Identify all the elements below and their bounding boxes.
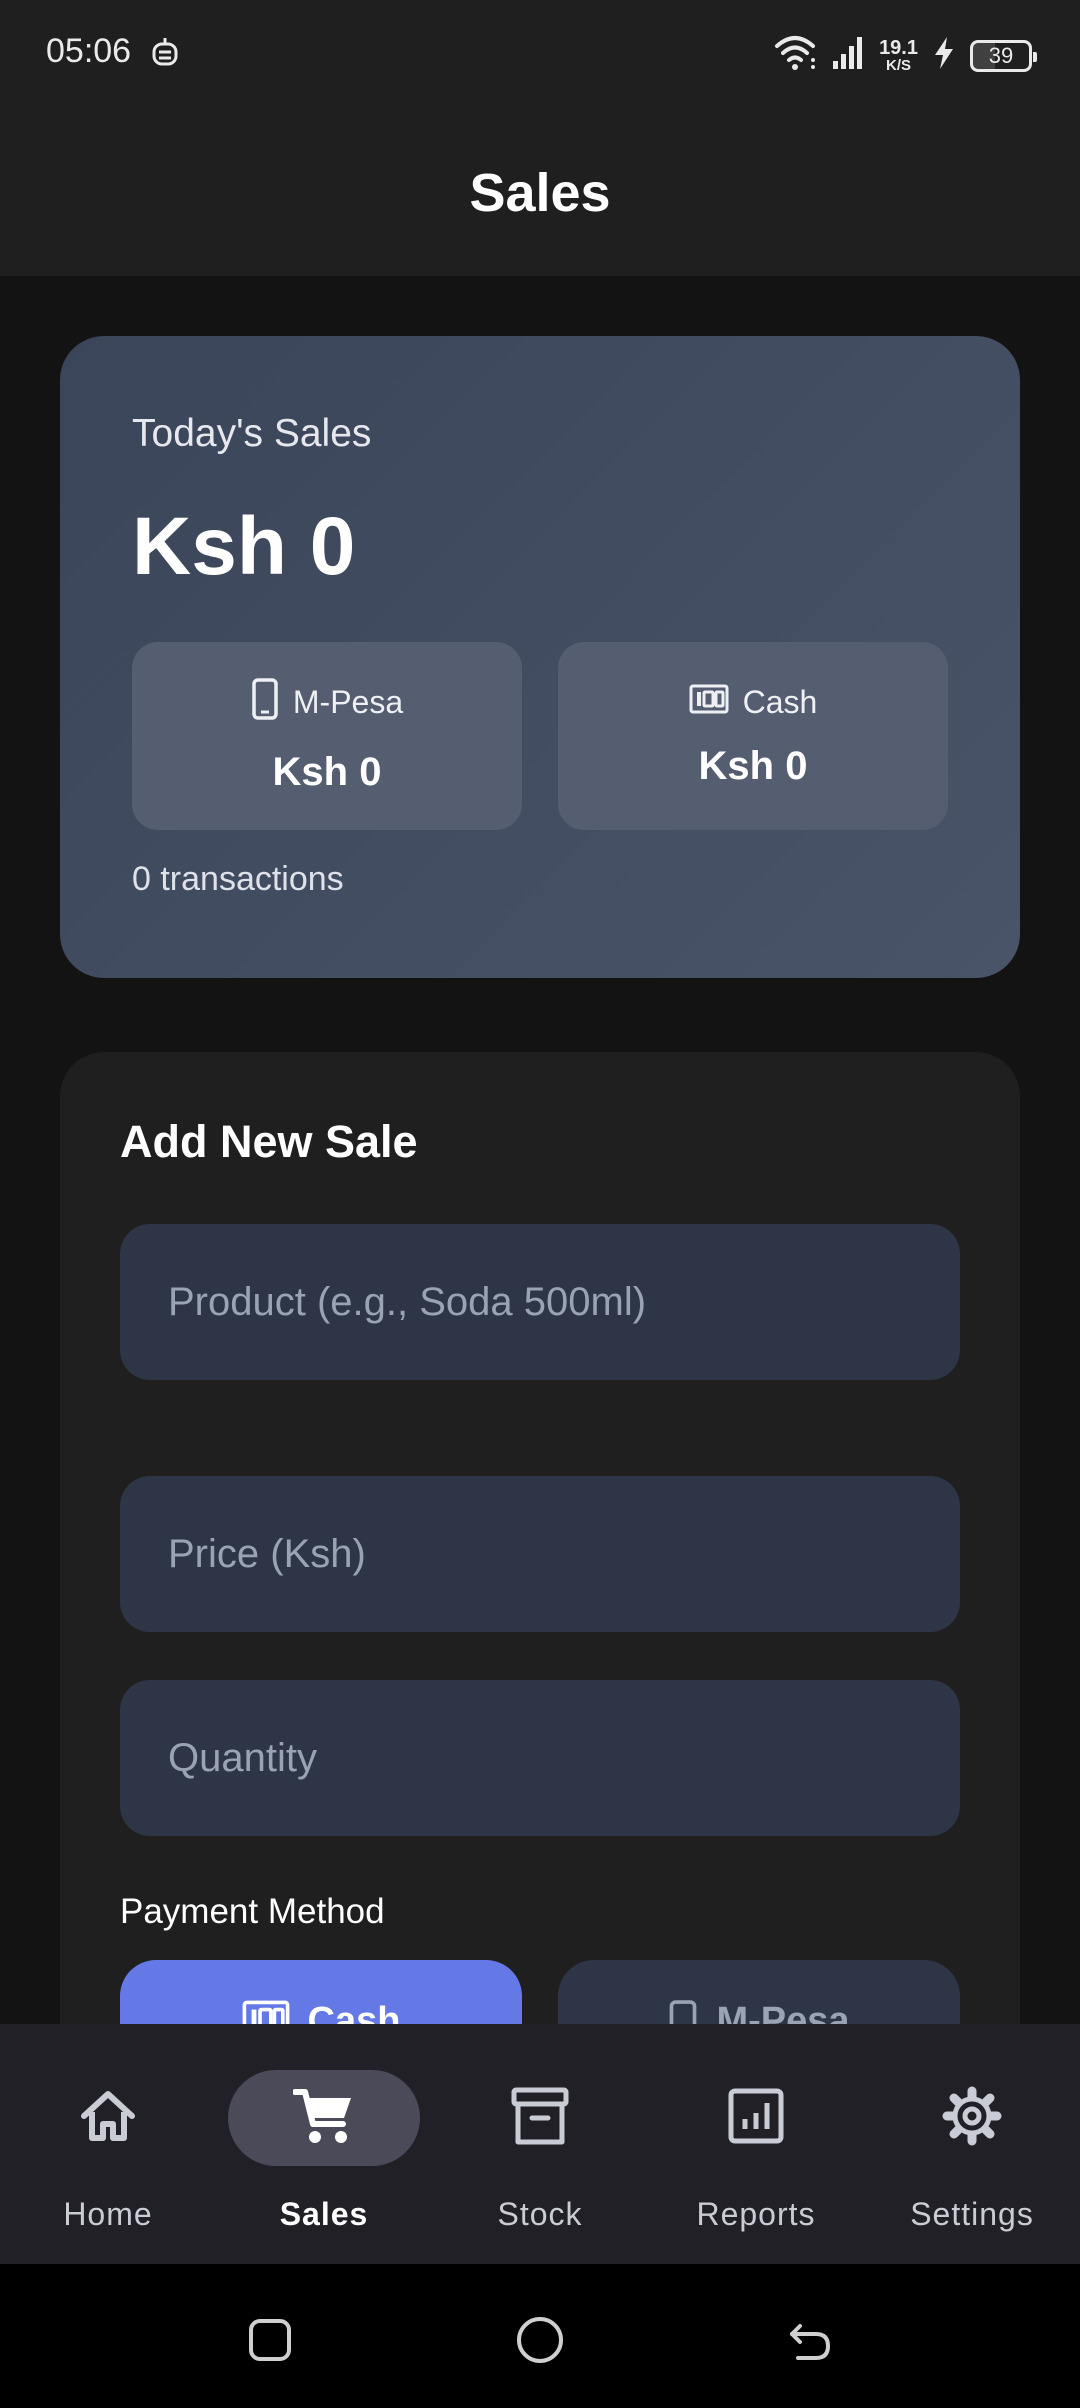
archive-icon [510, 2086, 570, 2151]
gear-icon [941, 2085, 1003, 2152]
system-nav-bar [0, 2264, 1080, 2408]
home-circle-icon [517, 2317, 563, 2363]
wifi-icon [773, 34, 817, 77]
nav-pill-reports [660, 2070, 852, 2166]
status-icons: 19.1 K/S 39 [773, 34, 1037, 77]
product-input[interactable] [168, 1279, 960, 1325]
app-bar: Sales [0, 110, 1080, 276]
net-speed-value: 19.1 [879, 37, 918, 59]
mpesa-summary: M-Pesa Ksh 0 [132, 642, 522, 830]
add-sale-form: Add New Sale Payment Method Cash M-Pesa [60, 1052, 1020, 2152]
nav-item-sales[interactable]: Sales [216, 2024, 432, 2264]
price-field[interactable] [120, 1476, 960, 1632]
nav-pill-settings [876, 2070, 1068, 2166]
quantity-field[interactable] [120, 1680, 960, 1836]
status-time: 05:06 [46, 32, 132, 70]
report-icon [727, 2087, 785, 2150]
cash-summary-head: Cash [689, 684, 818, 722]
mpesa-summary-head: M-Pesa [251, 677, 404, 728]
nav-item-reports[interactable]: Reports [648, 2024, 864, 2264]
price-input[interactable] [168, 1531, 960, 1577]
nav-pill-sales [228, 2070, 420, 2166]
cash-summary: Cash Ksh 0 [558, 642, 948, 830]
cart-icon [292, 2086, 355, 2151]
back-button[interactable] [780, 2310, 840, 2370]
cash-icon [689, 684, 729, 722]
quantity-input[interactable] [168, 1735, 960, 1781]
form-title: Add New Sale [120, 1116, 418, 1167]
bottom-nav: Home Sales Stock Reports Settings [0, 2024, 1080, 2264]
back-icon [790, 2324, 831, 2360]
nav-item-settings[interactable]: Settings [864, 2024, 1080, 2264]
phone-icon [251, 677, 279, 728]
todays-sales-card: Today's Sales Ksh 0 M-Pesa Ksh 0 Cash Ks… [60, 336, 1020, 978]
charging-icon [932, 36, 956, 75]
payment-method-label: Payment Method [120, 1892, 385, 1931]
nav-label-sales: Sales [279, 2196, 369, 2232]
nav-label-home: Home [63, 2196, 153, 2232]
transaction-count: 0 transactions [132, 860, 344, 898]
nav-pill-home [12, 2070, 204, 2166]
recents-icon [249, 2319, 291, 2361]
net-speed-unit: K/S [886, 57, 912, 74]
cash-summary-label: Cash [742, 684, 818, 720]
todays-sales-total: Ksh 0 [132, 501, 356, 592]
cash-summary-amount: Ksh 0 [698, 743, 808, 788]
nav-label-reports: Reports [696, 2196, 816, 2232]
net-speed: 19.1 K/S [879, 38, 918, 73]
home-icon [78, 2088, 138, 2149]
product-field[interactable] [120, 1224, 960, 1380]
nav-pill-stock [444, 2070, 636, 2166]
battery-icon: 39 [970, 39, 1037, 72]
mpesa-summary-amount: Ksh 0 [272, 749, 382, 794]
home-system-button[interactable] [510, 2310, 570, 2370]
nav-label-settings: Settings [910, 2196, 1034, 2232]
nav-item-stock[interactable]: Stock [432, 2024, 648, 2264]
mpesa-summary-label: M-Pesa [292, 684, 404, 720]
page-title: Sales [469, 163, 611, 223]
battery-fill [973, 42, 995, 69]
signal-icon [831, 35, 865, 76]
todays-sales-label: Today's Sales [132, 412, 372, 455]
nav-label-stock: Stock [497, 2196, 583, 2232]
status-bar: 05:06 19.1 K/S 39 [0, 0, 1080, 110]
nav-item-home[interactable]: Home [0, 2024, 216, 2264]
recents-button[interactable] [240, 2310, 300, 2370]
bot-icon [150, 36, 180, 75]
